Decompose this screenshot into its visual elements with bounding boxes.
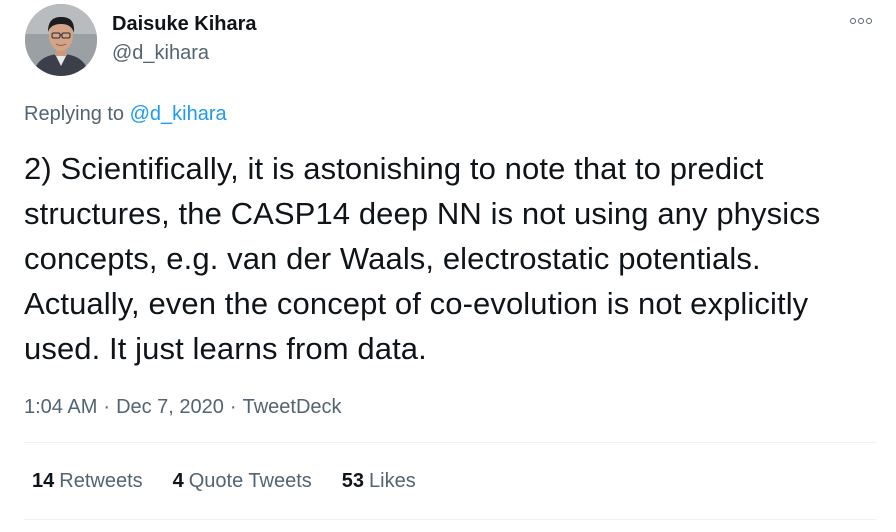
tweet-time-link[interactable]: 1:04 AM (24, 396, 97, 418)
avatar-photo (25, 4, 97, 76)
retweets-count: 14 (32, 470, 55, 492)
meta-separator: · (229, 396, 237, 418)
more-icon[interactable] (846, 11, 876, 31)
reply-mention-link[interactable]: @d_kihara (130, 103, 227, 125)
retweets-stat[interactable]: 14 Retweets (32, 468, 143, 494)
more-dot (850, 18, 856, 24)
divider (24, 442, 876, 443)
reply-prefix: Replying to (24, 103, 125, 125)
tweet-date-link[interactable]: Dec 7, 2020 (116, 396, 224, 418)
tweet-source-link[interactable]: TweetDeck (243, 396, 342, 418)
tweet-text: 2) Scientifically, it is astonishing to … (24, 151, 821, 366)
quote-tweets-label: Quote Tweets (188, 470, 312, 492)
divider (24, 519, 876, 520)
quote-tweets-count: 4 (172, 470, 184, 492)
likes-stat[interactable]: 53 Likes (342, 468, 416, 494)
reply-context: Replying to @d_kihara (24, 101, 227, 127)
author-display-name[interactable]: Daisuke Kihara (112, 12, 257, 36)
more-dot (866, 18, 872, 24)
engagement-stats: 14 Retweets 4 Quote Tweets 53 Likes (32, 468, 416, 494)
likes-count: 53 (341, 470, 365, 492)
likes-label: Likes (369, 470, 416, 492)
meta-separator: · (103, 396, 111, 418)
more-dot (858, 18, 864, 24)
author-handle[interactable]: @d_kihara (112, 41, 209, 65)
quote-tweets-stat[interactable]: 4 Quote Tweets (173, 468, 312, 494)
retweets-label: Retweets (59, 470, 143, 492)
avatar[interactable] (25, 4, 97, 76)
tweet-meta: 1:04 AM · Dec 7, 2020 · TweetDeck (24, 394, 342, 420)
